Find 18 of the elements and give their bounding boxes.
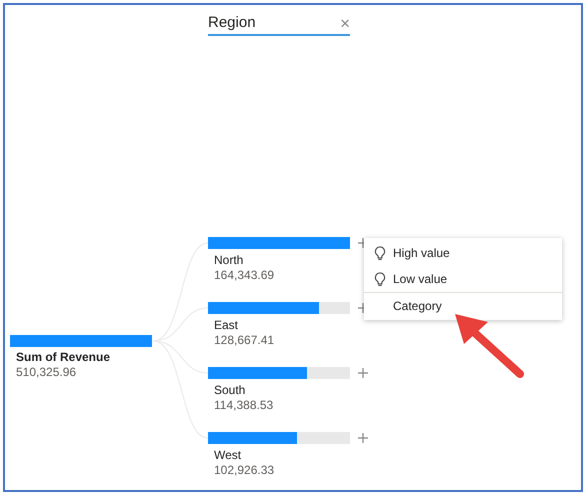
lightbulb-icon (374, 246, 386, 260)
node-value: 128,667.41 (214, 333, 276, 348)
node-label: North (214, 253, 244, 268)
lightbulb-icon (374, 272, 386, 286)
expand-plus-icon[interactable] (358, 368, 368, 378)
node-value: 510,325.96 (16, 365, 78, 380)
node-value: 164,343.69 (214, 268, 276, 283)
close-button[interactable]: × (340, 14, 350, 32)
node-label: West (214, 448, 242, 463)
node-value: 102,926.33 (214, 463, 276, 478)
node-label: East (214, 318, 240, 333)
level-title: Region (208, 12, 256, 33)
menu-item[interactable]: High value (364, 240, 562, 266)
node-value: 114,388.53 (214, 398, 274, 413)
menu-item[interactable]: Low value (364, 266, 562, 292)
node-label: Sum of Revenue (16, 350, 112, 365)
expand-plus-icon[interactable] (358, 433, 368, 443)
node-label: South (214, 383, 246, 398)
